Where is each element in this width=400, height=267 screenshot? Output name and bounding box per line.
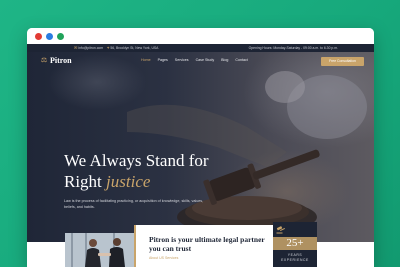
- website-content: ✉info@pitron.com ⌖56, Brooklyn St, New Y…: [27, 44, 374, 267]
- hero-section: ⚖ Pitron Home Pages Services Case Study …: [27, 52, 374, 242]
- experience-badge: 25+ YEARS EXPERIENCE: [273, 222, 317, 267]
- lawyers-handshake-photo: [65, 233, 134, 267]
- main-navbar: ⚖ Pitron Home Pages Services Case Study …: [27, 52, 374, 70]
- about-services-link[interactable]: About US Services: [149, 256, 178, 260]
- about-title: Pitron is your ultimate legal partner yo…: [149, 235, 265, 253]
- topbar-address: ⌖56, Brooklyn St, New York, USA: [107, 44, 158, 52]
- site-logo[interactable]: ⚖ Pitron: [40, 56, 72, 65]
- nav-item-home[interactable]: Home: [141, 58, 151, 62]
- handshake-image: [65, 233, 134, 267]
- top-info-bar: ✉info@pitron.com ⌖56, Brooklyn St, New Y…: [27, 44, 374, 52]
- hero-description: Law is the process of facilitating pract…: [64, 199, 204, 209]
- gavel-icon: [276, 226, 285, 234]
- experience-label-line2: EXPERIENCE: [281, 258, 309, 262]
- experience-years-number: 25+: [273, 237, 317, 250]
- about-card: Pitron is your ultimate legal partner yo…: [134, 225, 274, 267]
- close-window-dot[interactable]: [35, 33, 42, 40]
- hero-title: We Always Stand for Right justice: [64, 150, 209, 192]
- minimize-window-dot[interactable]: [46, 33, 53, 40]
- nav-item-blog[interactable]: Blog: [221, 58, 228, 62]
- topbar-hours: Opening Hours: Monday-Saturday - 09:00 a…: [248, 46, 338, 50]
- browser-window: ✉info@pitron.com ⌖56, Brooklyn St, New Y…: [27, 28, 374, 267]
- maximize-window-dot[interactable]: [57, 33, 64, 40]
- hero-title-plain: Right: [64, 172, 102, 191]
- scales-of-justice-icon: ⚖: [40, 56, 48, 64]
- brand-name: Pitron: [50, 56, 72, 65]
- topbar-email[interactable]: ✉info@pitron.com: [74, 44, 103, 52]
- hero-title-line1: We Always Stand for: [64, 151, 209, 170]
- nav-item-services[interactable]: Services: [175, 58, 189, 62]
- topbar-address-text: 56, Brooklyn St, New York, USA: [110, 46, 159, 50]
- experience-label: YEARS EXPERIENCE: [273, 253, 317, 263]
- gavel-illustration: [127, 71, 367, 235]
- nav-menu: Home Pages Services Case Study Blog Cont…: [141, 58, 248, 62]
- nav-item-case-study[interactable]: Case Study: [196, 58, 215, 62]
- browser-toolbar: [27, 28, 374, 44]
- nav-item-contact[interactable]: Contact: [235, 58, 247, 62]
- free-consultation-button[interactable]: Free Consultation: [321, 57, 364, 66]
- mail-icon: ✉: [74, 45, 78, 50]
- topbar-email-text: info@pitron.com: [78, 46, 104, 50]
- hero-title-accent: justice: [106, 172, 151, 191]
- nav-item-pages[interactable]: Pages: [158, 58, 168, 62]
- hero-title-line2: Right justice: [64, 171, 209, 192]
